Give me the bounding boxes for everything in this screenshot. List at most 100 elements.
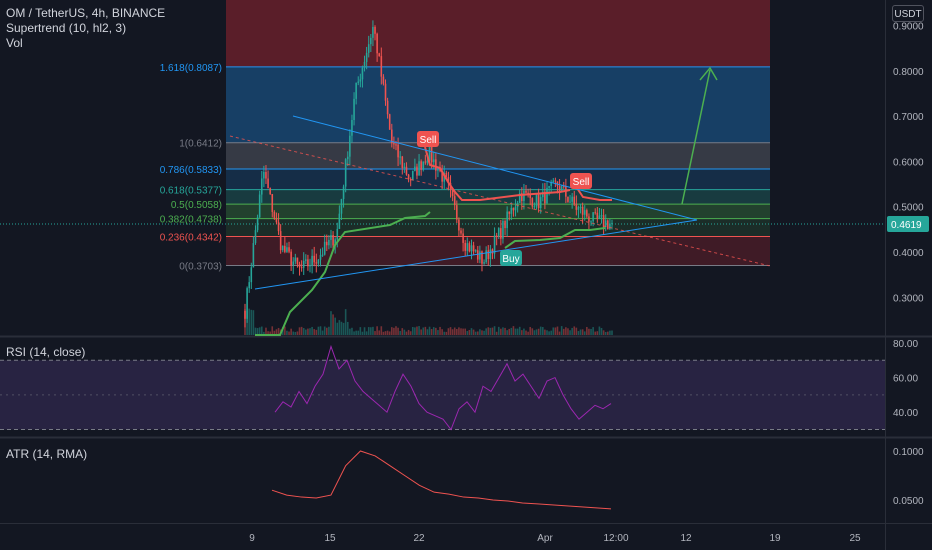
candle-body [323,241,326,255]
volume-bar [521,330,523,335]
volume-bar [487,327,490,335]
volume-bar [531,328,534,335]
volume-bar [277,327,280,335]
candle-body [315,262,318,264]
candle-body [487,250,490,259]
candle-body [462,233,464,243]
candle-body [577,207,580,210]
volume-bar [590,328,592,335]
chart-canvas[interactable]: 1.618(0.8087) 1(0.6412) 0.786(0.5833) 0.618… [0,0,932,550]
volume-bar [254,327,257,335]
candle-body [340,199,343,214]
candle-body [476,250,479,260]
candle-body [273,211,276,219]
volume-bar [453,327,456,335]
volume-bar [395,326,397,335]
candle-body [380,56,383,77]
volume-bar [411,326,414,335]
candle-body [414,166,416,171]
candle-body [294,257,297,262]
volume-bar [353,331,355,335]
volume-bar [604,331,607,335]
candle-body [307,259,309,267]
volume-bar [535,329,538,335]
volume-bar [372,326,374,335]
volume-bar [284,326,286,335]
volume-bar [430,329,433,335]
rsi-label[interactable]: RSI (14, close) [6,345,85,359]
indicator-name[interactable]: Supertrend (10, hl2, 3) [6,21,165,36]
volume-bar [336,322,339,335]
candle-body [271,194,274,212]
volume-bar [271,326,274,335]
candle-body [367,44,370,53]
volume-bar [330,311,332,335]
candle-body [424,161,427,163]
candle-body [472,245,475,252]
volume-bar [556,326,559,335]
volume-bar [338,320,341,335]
candle-body [514,206,517,211]
volume-label[interactable]: Vol [6,36,165,51]
atr-label[interactable]: ATR (14, RMA) [6,447,87,461]
candle-body [600,215,603,217]
volume-bar [512,326,515,335]
volume-bar [497,326,500,335]
volume-bar [250,309,253,335]
candle-body [581,206,584,215]
candle-body [325,241,328,246]
volume-bar [529,326,532,335]
volume-bar [579,329,582,335]
volume-bar [420,329,422,335]
candle-body [579,206,582,208]
volume-bar [296,331,299,335]
candle-body [403,166,406,168]
fib-level-label: 0.618(0.5377) [160,186,222,197]
candle-body [401,156,404,168]
fib-level-label: 0.786(0.5833) [160,165,222,176]
candle-body [252,243,255,268]
volume-bar [311,326,313,335]
candle-body [500,228,502,239]
candle-body [458,219,460,231]
candle-body [349,135,351,157]
price-axis-tick: 0.5000 [893,203,924,214]
volume-bar [445,331,448,335]
fib-level-label: 0.236(0.4342) [160,233,222,244]
volume-bar [357,330,360,335]
candle-body [344,159,347,187]
volume-bar [554,327,557,335]
candle-body [284,245,286,252]
volume-bar [544,329,546,335]
fib-level-label: 0(0.3703) [179,261,222,272]
candle-body [525,190,527,193]
symbol-title[interactable]: OM / TetherUS, 4h, BINANCE [6,6,165,21]
candle-body [376,33,378,54]
time-axis-tick: 22 [413,533,425,544]
candle-body [489,249,492,259]
candle-body [485,250,487,263]
volume-bar [562,328,565,335]
candle-body [311,255,313,266]
candle-body [388,114,391,130]
candle-body [573,196,576,205]
volume-bar [571,327,573,335]
price-axis-tick: 0.6000 [893,157,924,168]
volume-bar [405,331,408,335]
volume-bar [323,326,326,335]
candle-body [338,213,341,229]
time-axis-tick: 25 [849,533,861,544]
candle-body [258,194,261,218]
candle-body [342,186,345,200]
currency-badge[interactable]: USDT [892,5,924,22]
time-axis-tick: 12 [680,533,692,544]
volume-bar [397,327,399,335]
volume-bar [428,326,431,335]
candle-body [590,221,592,223]
candle-body [256,217,259,231]
volume-bar [451,329,454,335]
candle-body [302,260,305,268]
candle-body [569,201,571,203]
volume-bar [493,326,496,335]
volume-bar [466,331,469,335]
